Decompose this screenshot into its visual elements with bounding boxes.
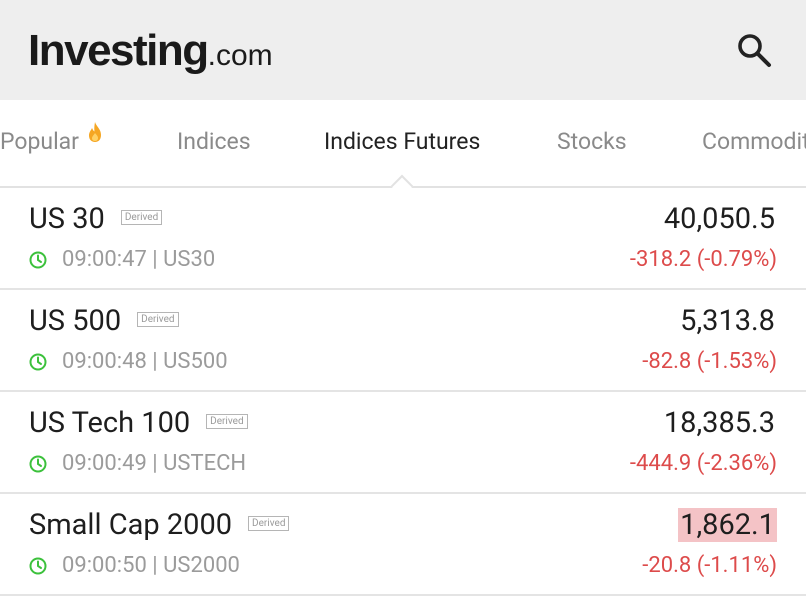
instrument-name-text: US Tech 100 bbox=[29, 406, 191, 440]
instrument-name-text: US 500 bbox=[29, 304, 122, 338]
update-time: 09:00:50 bbox=[62, 553, 147, 578]
clock-icon bbox=[29, 251, 47, 268]
instrument-meta: 09:00:50 | US2000 bbox=[29, 553, 240, 578]
instrument-symbol: USTECH bbox=[163, 451, 247, 476]
tab-indices-futures[interactable]: Indices Futures bbox=[324, 128, 480, 155]
derived-badge: Derived bbox=[206, 413, 248, 429]
instrument-name-text: Small Cap 2000 bbox=[29, 508, 233, 542]
instrument-name: US 30 Derived bbox=[29, 202, 163, 236]
clock-icon bbox=[29, 557, 47, 574]
price-change: -318.2 (-0.79%) bbox=[629, 247, 777, 272]
instrument-name: US 500 Derived bbox=[29, 304, 179, 338]
update-time: 09:00:47 bbox=[62, 247, 147, 272]
last-price: 5,313.8 bbox=[680, 304, 775, 338]
instrument-row-us2000[interactable]: Small Cap 2000 Derived 09:00:50 | US2000… bbox=[0, 494, 806, 596]
instrument-row-us30[interactable]: US 30 Derived 09:00:47 | US30 40,050.5 -… bbox=[0, 188, 806, 290]
tab-popular[interactable]: Popular bbox=[0, 128, 79, 155]
clock-icon bbox=[29, 353, 47, 370]
instrument-meta: 09:00:49 | USTECH bbox=[29, 451, 246, 476]
instrument-row-us500[interactable]: US 500 Derived 09:00:48 | US500 5,313.8 … bbox=[0, 290, 806, 392]
logo-main-text: Investing bbox=[28, 26, 209, 75]
price-change: -20.8 (-1.11%) bbox=[642, 553, 777, 578]
last-price: 1,862.1 bbox=[678, 508, 777, 542]
app-header: Investing.com bbox=[0, 0, 806, 100]
instrument-meta: 09:00:47 | US30 bbox=[29, 247, 215, 272]
instrument-name-text: US 30 bbox=[29, 202, 105, 236]
instrument-meta: 09:00:48 | US500 bbox=[29, 349, 228, 374]
tab-indices[interactable]: Indices bbox=[177, 128, 251, 155]
instrument-symbol: US2000 bbox=[163, 553, 240, 578]
instrument-name: Small Cap 2000 Derived bbox=[29, 508, 290, 542]
last-price: 18,385.3 bbox=[663, 406, 775, 440]
price-change: -444.9 (-2.36%) bbox=[629, 451, 777, 476]
instrument-name: US Tech 100 Derived bbox=[29, 406, 248, 440]
tab-commodities[interactable]: Commodit bbox=[702, 128, 806, 155]
update-time: 09:00:49 bbox=[62, 451, 147, 476]
tab-stocks[interactable]: Stocks bbox=[557, 128, 627, 155]
instrument-row-ustech[interactable]: US Tech 100 Derived 09:00:49 | USTECH 18… bbox=[0, 392, 806, 494]
derived-badge: Derived bbox=[137, 311, 179, 327]
logo-suffix-text: .com bbox=[207, 39, 273, 72]
update-time: 09:00:48 bbox=[62, 349, 147, 374]
clock-icon bbox=[29, 455, 47, 472]
investing-logo[interactable]: Investing.com bbox=[28, 26, 273, 76]
search-icon[interactable] bbox=[736, 32, 772, 68]
price-change: -82.8 (-1.53%) bbox=[642, 349, 777, 374]
fire-icon bbox=[89, 122, 101, 142]
derived-badge: Derived bbox=[248, 515, 290, 531]
instrument-symbol: US500 bbox=[163, 349, 228, 374]
instrument-symbol: US30 bbox=[163, 247, 216, 272]
last-price: 40,050.5 bbox=[663, 202, 775, 236]
derived-badge: Derived bbox=[120, 209, 163, 225]
